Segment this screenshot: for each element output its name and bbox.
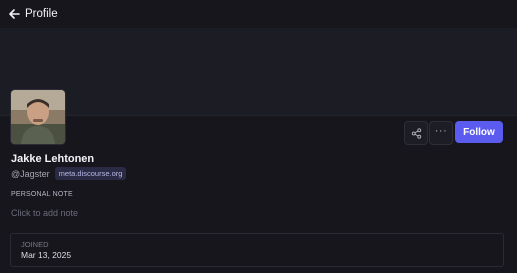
joined-card: JOINED Mar 13, 2025 bbox=[10, 233, 504, 267]
more-icon: ··· bbox=[434, 125, 448, 137]
follow-button[interactable]: Follow bbox=[455, 121, 503, 143]
avatar bbox=[10, 89, 66, 145]
share-button[interactable] bbox=[404, 121, 428, 145]
page-title: Profile bbox=[25, 8, 58, 20]
back-button[interactable]: Profile bbox=[0, 0, 58, 28]
back-arrow-icon bbox=[9, 9, 20, 19]
user-handle: @Jagster bbox=[11, 168, 50, 179]
more-options-button[interactable]: ··· bbox=[429, 121, 453, 145]
joined-label: JOINED bbox=[21, 240, 49, 249]
personal-note-input[interactable]: Click to add note bbox=[11, 208, 78, 218]
top-bar: Profile bbox=[0, 0, 517, 28]
profile-banner bbox=[0, 28, 517, 116]
joined-date: Mar 13, 2025 bbox=[21, 250, 72, 260]
user-display-name: Jakke Lehtonen bbox=[11, 153, 95, 165]
domain-badge: meta.discourse.org bbox=[54, 167, 127, 180]
share-icon bbox=[411, 127, 421, 139]
avatar-image bbox=[11, 90, 65, 144]
handle-row: @Jagster meta.discourse.org bbox=[11, 167, 127, 180]
personal-note-label: PERSONAL NOTE bbox=[11, 191, 73, 198]
